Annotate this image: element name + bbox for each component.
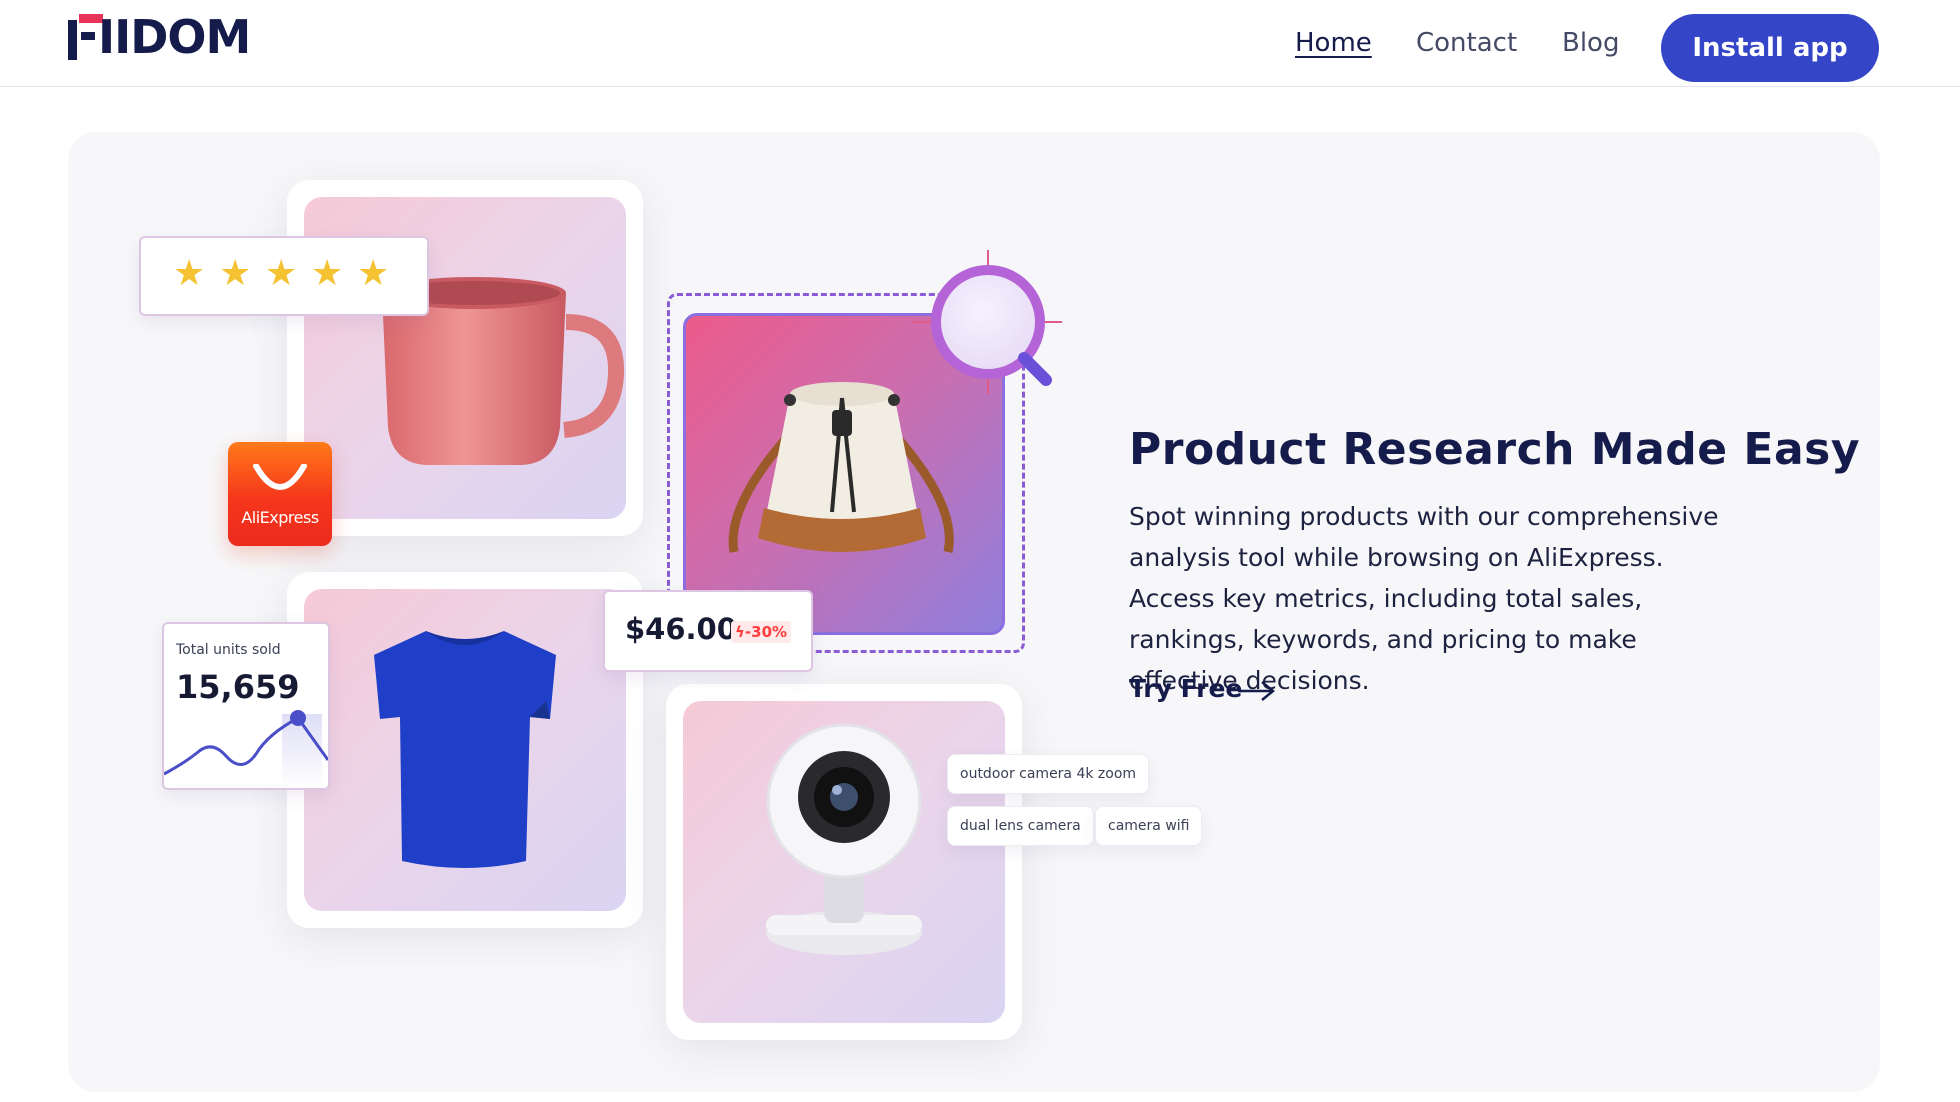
arrow-right-icon[interactable] bbox=[1236, 679, 1276, 703]
main-nav: Home Contact Blog Install app bbox=[0, 14, 1960, 82]
security-camera-icon bbox=[766, 723, 922, 955]
units-sold-value: 15,659 bbox=[176, 668, 300, 706]
price-card: $46.00 ϟ-30% bbox=[603, 590, 813, 672]
tshirt-icon bbox=[374, 631, 556, 868]
tshirt-tile bbox=[304, 589, 626, 911]
product-card-mug bbox=[287, 180, 643, 536]
units-sold-card: Total units sold 15,659 bbox=[162, 622, 330, 790]
try-free-link[interactable]: Try Free bbox=[1129, 674, 1242, 703]
product-card-camera bbox=[666, 684, 1022, 1040]
keyword-chip: outdoor camera 4k zoom bbox=[947, 754, 1150, 794]
star-icon: ★ bbox=[219, 253, 252, 294]
shopping-bag-smile-icon bbox=[253, 464, 307, 490]
keyword-chip: dual lens camera bbox=[947, 806, 1094, 846]
site-header: IIDOM Home Contact Blog Install app bbox=[0, 0, 1960, 87]
keyword-chip: camera wifi bbox=[1095, 806, 1203, 846]
discount-badge: ϟ-30% bbox=[731, 621, 792, 643]
hero-title: Product Research Made Easy bbox=[1129, 424, 1861, 475]
units-sold-label: Total units sold bbox=[176, 642, 281, 658]
discount-value: -30% bbox=[744, 623, 788, 641]
hero-description: Spot winning products with our comprehen… bbox=[1129, 502, 1719, 695]
rating-stars-card: ★ ★ ★ ★ ★ bbox=[139, 236, 429, 316]
lightning-icon: ϟ bbox=[735, 623, 745, 641]
product-card-tshirt bbox=[287, 572, 643, 928]
nav-contact[interactable]: Contact bbox=[1416, 28, 1517, 58]
nav-blog[interactable]: Blog bbox=[1562, 28, 1619, 58]
sales-trend-chart bbox=[164, 710, 328, 788]
star-icon: ★ bbox=[311, 253, 344, 294]
star-icon: ★ bbox=[173, 253, 206, 294]
aliexpress-label: AliExpress bbox=[241, 508, 319, 527]
aliexpress-badge: AliExpress bbox=[228, 442, 332, 546]
install-app-button[interactable]: Install app bbox=[1661, 14, 1879, 82]
price-value: $46.00 bbox=[625, 612, 737, 646]
star-icon: ★ bbox=[357, 253, 390, 294]
magnifier-icon bbox=[912, 250, 1062, 394]
star-icon: ★ bbox=[265, 253, 298, 294]
camera-tile bbox=[683, 701, 1005, 1023]
nav-home[interactable]: Home bbox=[1295, 28, 1372, 58]
